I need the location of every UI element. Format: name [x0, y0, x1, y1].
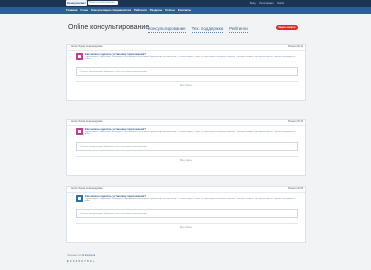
page-title: Online консультирование — [68, 24, 150, 31]
card-author: Автор: Ирина Александровна — [71, 121, 103, 124]
nav-item-articles[interactable]: Статьи — [165, 7, 175, 14]
answer-text: Отзыв о консультации. Напишите, была ли … — [80, 213, 148, 215]
next-page-link[interactable]: » — [93, 259, 95, 263]
answer-box[interactable]: Отзыв о консультации. Напишите, была ли … — [76, 142, 298, 151]
card-date: Вчера в 20:10 — [288, 121, 303, 124]
question-card: Автор: Ирина Александровна Вчера в 20:10… — [66, 119, 306, 176]
search-input[interactable]: Поиск по консультации — [88, 1, 118, 5]
ask-question-button[interactable]: Задать вопрос — [276, 25, 298, 30]
answer-box[interactable]: Отзыв о консультации. Напишите, была ли … — [76, 209, 298, 218]
page-link[interactable]: 7 — [84, 259, 86, 263]
page-link[interactable]: 4 — [76, 259, 78, 263]
answer-text: Отзыв о консультации. Напишите, была ли … — [80, 146, 148, 148]
nav-item-ratings[interactable]: Рейтинги — [134, 7, 147, 14]
pager-info: Показано по 20 вопросов — [67, 254, 95, 257]
chat-icon — [76, 128, 83, 135]
answer-box[interactable]: Отзыв о консультации. Напишите, была ли … — [76, 67, 298, 76]
all-answers-link[interactable]: Все ответы — [67, 85, 305, 88]
nav-item-about[interactable]: О нас — [80, 7, 88, 14]
nav-item-sections[interactable]: Разделы — [150, 7, 162, 14]
card-author: Автор: Ирина Александровна — [71, 46, 103, 49]
question-text: Здравствуйте! Подскажите, пожалуйста, ка… — [85, 131, 296, 135]
page-link[interactable]: 9 — [90, 259, 92, 263]
page-link[interactable]: 3 — [73, 259, 75, 263]
top-bar: Консультант Поиск по консультации Вход Р… — [0, 0, 371, 7]
question-card: Автор: Ирина Александровна Вчера в 20:08… — [66, 186, 306, 243]
section-tabs: Консультирование Тех. поддержка Рейтинги — [148, 26, 248, 33]
question-text: Здравствуйте! Подскажите, пожалуйста, ка… — [85, 56, 296, 60]
page-link[interactable]: 1 — [67, 259, 69, 263]
top-links: Вход Регистрация Войти — [250, 2, 284, 5]
page-link[interactable]: 8 — [87, 259, 89, 263]
top-link-register[interactable]: Регистрация — [259, 2, 273, 5]
all-answers-link[interactable]: Все ответы — [67, 160, 305, 163]
card-date: Вчера в 20:08 — [288, 188, 303, 191]
main-nav: Главная О нас Консультации специалистов … — [0, 7, 371, 14]
pager-info-label: Показано по — [67, 254, 81, 257]
card-author: Автор: Ирина Александровна — [71, 188, 103, 191]
tab-ratings[interactable]: Рейтинги — [229, 26, 248, 33]
all-answers-link[interactable]: Все ответы — [67, 227, 305, 230]
question-text: Здравствуйте! Подскажите, пожалуйста, ка… — [85, 198, 296, 202]
per-page-select[interactable]: 20 вопросов — [82, 254, 96, 257]
answer-text: Отзыв о консультации. Напишите, была ли … — [80, 71, 148, 73]
tab-support[interactable]: Тех. поддержка — [191, 26, 224, 33]
chat-icon — [76, 53, 83, 60]
top-link-signin[interactable]: Войти — [277, 2, 284, 5]
nav-item-contacts[interactable]: Контакты — [178, 7, 191, 14]
tab-consulting[interactable]: Консультирование — [148, 26, 186, 33]
question-card: Автор: Ирина Александровна Вчера в 20:12… — [66, 44, 306, 101]
pagination: 1 2 3 4 5 6 7 8 9 » — [67, 259, 94, 263]
nav-item-consultations[interactable]: Консультации специалистов — [91, 7, 131, 14]
site-logo[interactable]: Консультант — [66, 0, 87, 6]
card-date: Вчера в 20:12 — [288, 46, 303, 49]
top-link-login[interactable]: Вход — [250, 2, 255, 5]
page-header: Online консультирование Консультирование… — [66, 14, 306, 40]
page-link[interactable]: 2 — [70, 259, 72, 263]
nav-item-home[interactable]: Главная — [66, 7, 77, 14]
chat-icon — [76, 195, 83, 202]
page-link[interactable]: 6 — [81, 259, 83, 263]
page-link[interactable]: 5 — [78, 259, 80, 263]
